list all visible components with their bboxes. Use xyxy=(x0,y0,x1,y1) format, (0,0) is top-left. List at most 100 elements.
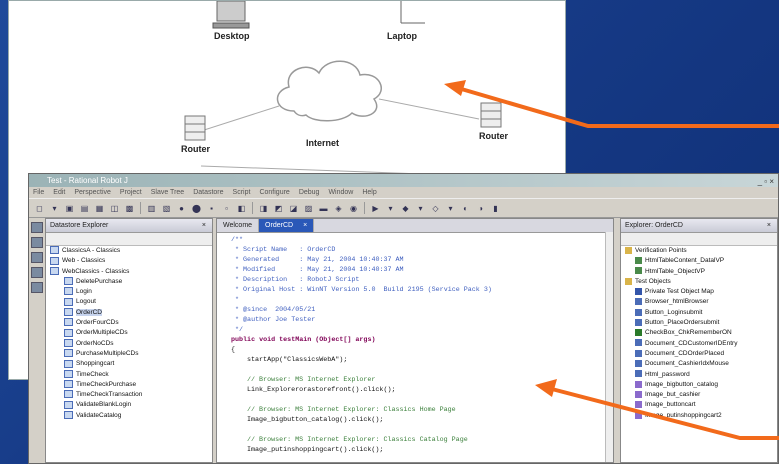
object-tree-item[interactable]: Document_CDOrderPlaced xyxy=(621,349,777,359)
object-tree-item[interactable]: Image_bigbutton_catalog xyxy=(621,380,777,390)
close-icon[interactable]: × xyxy=(202,219,206,232)
toolbar-button-icon[interactable]: ◧ xyxy=(235,202,248,214)
menu-item[interactable]: Slave Tree xyxy=(151,189,184,196)
menu-item[interactable]: Configure xyxy=(259,189,289,196)
datastore-tree-item[interactable]: ValidateCatalog xyxy=(46,411,212,421)
toolbar-button-icon[interactable]: ◐ xyxy=(459,202,472,214)
datastore-icon[interactable] xyxy=(31,237,43,248)
object-tree-item[interactable]: CheckBox_ChkRememberON xyxy=(621,328,777,338)
menu-item[interactable]: Debug xyxy=(299,189,320,196)
toolbar-button-icon[interactable]: ◆ xyxy=(399,202,412,214)
menu-item[interactable]: File xyxy=(33,189,44,196)
toolbar-button-icon[interactable]: ⬤ xyxy=(190,202,203,214)
object-tree-item[interactable]: Verification Points xyxy=(621,246,777,256)
toolbar-button-icon[interactable]: ◻ xyxy=(33,202,46,214)
toolbar-button-icon[interactable]: ▾ xyxy=(444,202,457,214)
toolbar-button-icon[interactable]: ▤ xyxy=(78,202,91,214)
test-icon[interactable] xyxy=(31,252,43,263)
toolbar-separator xyxy=(252,202,253,214)
datastore-tree-item[interactable]: DeletePurchase xyxy=(46,277,212,287)
tree-item-label: OrderNoCDs xyxy=(76,339,114,347)
toolbar-button-icon[interactable]: ▶ xyxy=(369,202,382,214)
datastore-tree-item[interactable]: WebClassics - Classics xyxy=(46,266,212,277)
window-title: Test - Rational Robot J xyxy=(47,176,128,185)
toolbar-button-icon[interactable]: ▨ xyxy=(302,202,315,214)
datastore-tree-item[interactable]: ValidateBlankLogin xyxy=(46,400,212,410)
menu-item[interactable]: Script xyxy=(233,189,251,196)
toolbar-button-icon[interactable]: ◑ xyxy=(474,202,487,214)
datastore-tree-item[interactable]: Login xyxy=(46,287,212,297)
toolbar-button-icon[interactable]: ▥ xyxy=(145,202,158,214)
router-left-icon xyxy=(184,115,206,141)
toolbar-button-icon[interactable]: ▪ xyxy=(205,202,218,214)
object-tree-item[interactable]: HtmlTable_ObjectVP xyxy=(621,267,777,277)
window-controls[interactable]: _ ▫ × xyxy=(758,175,774,188)
object-tree-item[interactable]: Browser_htmlBrowser xyxy=(621,297,777,307)
datastore-tree-item[interactable]: OrderNoCDs xyxy=(46,338,212,349)
object-tree-item[interactable]: Image_buttoncart xyxy=(621,400,777,410)
datastore-tree: ClassicsA - Classics Web - Classics WebCla… xyxy=(46,246,212,421)
menu-item[interactable]: Project xyxy=(120,189,142,196)
toolbar-button-icon[interactable]: ▧ xyxy=(160,202,173,214)
object-tree-item[interactable]: HtmlTableContent_DatalVP xyxy=(621,256,777,266)
object-tree-item[interactable]: Private Test Object Map xyxy=(621,287,777,297)
tree-item-label: Button_PlaceOrdersubmit xyxy=(645,319,720,327)
perspective-icon[interactable] xyxy=(31,222,43,233)
menu-item[interactable]: Perspective xyxy=(74,189,111,196)
toolbar-button-icon[interactable]: ▣ xyxy=(63,202,76,214)
script-icon[interactable] xyxy=(31,282,43,293)
toolbar-button-icon[interactable]: ▩ xyxy=(123,202,136,214)
datastore-tree-item[interactable]: Logout xyxy=(46,297,212,307)
toolbar-button-icon[interactable]: ◉ xyxy=(347,202,360,214)
datastore-tree-item[interactable]: ClassicsA - Classics xyxy=(46,246,212,256)
toolbar-button-icon[interactable]: ● xyxy=(175,202,188,214)
toolbar-button-icon[interactable]: ◫ xyxy=(108,202,121,214)
toolbar-button-icon[interactable]: ▾ xyxy=(384,202,397,214)
object-tree-item[interactable]: Test Objects xyxy=(621,277,777,287)
script-code[interactable]: /** * Script Name : OrderCD * Generated … xyxy=(217,233,613,463)
menu-item[interactable]: Window xyxy=(328,189,353,196)
datastore-tree-item[interactable]: TimeCheckTransaction xyxy=(46,390,212,400)
toolbar-button-icon[interactable]: ▾ xyxy=(48,202,61,214)
editor-tab-label: OrderCD xyxy=(265,222,294,229)
toolbar-button-icon[interactable]: ▬ xyxy=(317,202,330,214)
editor-tab[interactable]: OrderCD × xyxy=(259,219,315,232)
menu-item[interactable]: Help xyxy=(362,189,376,196)
object-tree-item[interactable]: Button_Loginsubmit xyxy=(621,308,777,318)
menu-item[interactable]: Datastore xyxy=(193,189,223,196)
close-icon[interactable]: × xyxy=(767,219,771,232)
object-tree-item[interactable]: Button_PlaceOrdersubmit xyxy=(621,318,777,328)
datastore-tree-item[interactable]: TimeCheckPurchase xyxy=(46,380,212,390)
tree-item-label: Html_password xyxy=(645,370,690,378)
datastore-tree-item[interactable]: OrderMultipleCDs xyxy=(46,328,212,338)
datastore-tree-item[interactable]: Web - Classics xyxy=(46,256,212,266)
toolbar-button-icon[interactable]: ◈ xyxy=(332,202,345,214)
editor-tab[interactable]: Welcome xyxy=(217,219,260,232)
title-bar[interactable]: Test - Rational Robot J _ ▫ × xyxy=(29,174,778,187)
log-icon[interactable] xyxy=(31,267,43,278)
datastore-tree-item[interactable]: OrderCD xyxy=(46,308,212,318)
toolbar-button-icon[interactable]: ◨ xyxy=(257,202,270,214)
toolbar-button-icon[interactable]: ▦ xyxy=(93,202,106,214)
object-tree-item[interactable]: Document_CashierIdxMouse xyxy=(621,359,777,369)
toolbar-button-icon[interactable]: ◇ xyxy=(429,202,442,214)
toolbar-button-icon[interactable]: ▫ xyxy=(220,202,233,214)
object-tree-item[interactable]: Html_password xyxy=(621,370,777,380)
folder-icon xyxy=(625,277,632,285)
toolbar-button-icon[interactable]: ▮ xyxy=(489,202,502,214)
datastore-tree-item[interactable]: TimeCheck xyxy=(46,369,212,380)
object-tree-item[interactable]: Image_putinshoppingcart2 xyxy=(621,411,777,421)
toolbar-button-icon[interactable]: ◩ xyxy=(272,202,285,214)
datastore-tree-item[interactable]: PurchaseMultipleCDs xyxy=(46,349,212,359)
datastore-tree-item[interactable]: Shoppingcart xyxy=(46,359,212,369)
object-tree-item[interactable]: Document_CDCustomerIDEntry xyxy=(621,339,777,349)
menu-item[interactable]: Edit xyxy=(53,189,65,196)
editor-scrollbar[interactable] xyxy=(605,232,613,462)
toolbar-button-icon[interactable]: ◪ xyxy=(287,202,300,214)
rational-robot-window: Test - Rational Robot J _ ▫ × File Edit Pe… xyxy=(28,173,779,464)
object-tree-item[interactable]: Image_but_cashier xyxy=(621,390,777,400)
tree-item-label: DeletePurchase xyxy=(76,277,123,285)
toolbar-button-icon[interactable]: ▾ xyxy=(414,202,427,214)
datastore-tree-item[interactable]: OrderFourCDs xyxy=(46,318,212,328)
close-icon[interactable]: × xyxy=(303,222,307,229)
